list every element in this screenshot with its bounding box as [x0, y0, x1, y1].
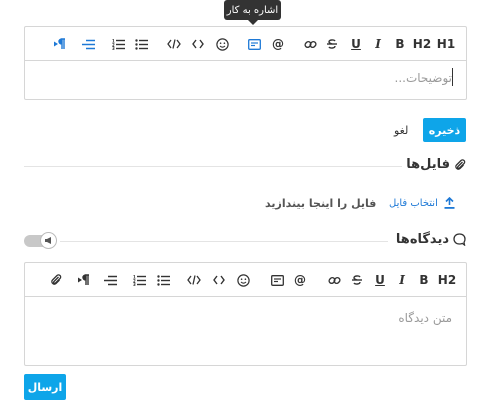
- italic-icon: I: [399, 273, 405, 287]
- emoji-icon: [215, 37, 229, 51]
- italic-icon: I: [375, 37, 381, 51]
- description-editor: H1 H2 B I U @ 1 2 3 توضیحات...: [24, 26, 467, 100]
- inline-code-button[interactable]: [189, 27, 207, 61]
- svg-text:3: 3: [133, 282, 136, 286]
- code-block-icon: [187, 275, 201, 285]
- mention-icon: @: [272, 37, 284, 51]
- strikethrough-icon: [327, 39, 337, 49]
- comments-section-title: دیدگاه‌ها: [396, 232, 466, 247]
- task-card-icon: [247, 38, 261, 50]
- svg-text:3: 3: [112, 46, 115, 50]
- comment-link-button[interactable]: [325, 263, 343, 297]
- heading2-icon: H2: [412, 37, 432, 51]
- mention-task-tooltip: اشاره به کار: [224, 0, 281, 25]
- cancel-button[interactable]: لغو: [394, 124, 408, 137]
- heading1-button[interactable]: H1: [437, 27, 455, 61]
- bullet-list-icon: [157, 274, 170, 286]
- choose-file-link[interactable]: انتخاب فایل: [389, 197, 455, 209]
- strikethrough-icon: [352, 275, 362, 285]
- choose-file-label: انتخاب فایل: [389, 197, 438, 209]
- align-right-button[interactable]: [79, 27, 97, 61]
- comment-task-reference-button[interactable]: [268, 263, 286, 297]
- task-details-panel: اشاره به کار H1 H2 B I U @ 1 2 3 توضیحات…: [0, 0, 480, 406]
- description-toolbar: H1 H2 B I U @ 1 2 3: [25, 27, 466, 61]
- ordered-list-icon: 123: [112, 39, 125, 50]
- files-title-label: فایل‌ها: [406, 157, 450, 172]
- ordered-list-button[interactable]: 123: [110, 27, 128, 61]
- code-block-button[interactable]: [165, 27, 183, 61]
- mention-icon: @: [294, 273, 306, 287]
- paperclip-icon: [51, 274, 62, 285]
- bullet-list-button[interactable]: [133, 27, 151, 61]
- text-caret: [452, 68, 453, 86]
- rtl-pilcrow-icon: [54, 38, 65, 49]
- comment-underline-button[interactable]: U: [371, 263, 389, 297]
- comments-title-label: دیدگاه‌ها: [395, 232, 449, 247]
- italic-button[interactable]: I: [369, 27, 387, 61]
- upload-icon: [444, 197, 455, 209]
- align-right-icon: [103, 275, 117, 285]
- megaphone-icon: [44, 237, 51, 244]
- comment-inline-code-button[interactable]: [210, 263, 228, 297]
- save-button[interactable]: ذخیره: [423, 118, 466, 142]
- comment-text-direction-button[interactable]: [75, 263, 93, 297]
- comment-align-button[interactable]: [101, 263, 119, 297]
- underline-icon: U: [375, 273, 385, 287]
- comments-divider: [60, 241, 388, 242]
- files-divider: [24, 166, 402, 167]
- task-reference-button[interactable]: [245, 27, 263, 61]
- comment-toolbar: H2 B I U @ 1 2 3: [25, 263, 466, 297]
- text-direction-button[interactable]: [51, 27, 69, 61]
- comment-bold-button[interactable]: B: [415, 263, 433, 297]
- heading1-icon: H1: [436, 37, 456, 51]
- comment-attach-button[interactable]: [47, 263, 65, 297]
- speech-bubble-icon: [453, 233, 466, 246]
- mention-button[interactable]: @: [269, 27, 287, 61]
- notify-toggle-knob[interactable]: [40, 232, 57, 249]
- task-card-icon: [270, 274, 284, 286]
- link-button[interactable]: [301, 27, 319, 61]
- underline-icon: U: [351, 37, 361, 51]
- bullet-list-icon: [135, 38, 148, 50]
- ordered-list-icon: 123: [133, 275, 146, 286]
- bold-icon: B: [395, 37, 405, 51]
- align-right-icon: [81, 39, 95, 49]
- files-section-title: فایل‌ها: [406, 157, 466, 172]
- link-icon: [303, 40, 317, 48]
- rtl-pilcrow-icon: [78, 274, 89, 285]
- paperclip-icon: [455, 158, 466, 170]
- drop-zone-text[interactable]: فایل را اینجا بیندازید: [265, 197, 376, 210]
- bold-icon: B: [419, 273, 429, 287]
- inline-code-icon: [213, 275, 225, 285]
- heading2-icon: H2: [437, 273, 457, 287]
- inline-code-icon: [192, 39, 204, 49]
- comment-ordered-list-button[interactable]: 123: [131, 263, 149, 297]
- send-comment-button[interactable]: ارسال: [24, 374, 66, 400]
- link-icon: [327, 276, 341, 284]
- underline-button[interactable]: U: [347, 27, 365, 61]
- bold-button[interactable]: B: [391, 27, 409, 61]
- comment-placeholder[interactable]: متن دیدگاه: [398, 311, 452, 325]
- emoji-button[interactable]: [213, 27, 231, 61]
- comment-mention-button[interactable]: @: [291, 263, 309, 297]
- comment-heading2-button[interactable]: H2: [438, 263, 456, 297]
- comment-editor: H2 B I U @ 1 2 3 متن دیدگاه: [24, 262, 467, 366]
- comment-strikethrough-button[interactable]: [348, 263, 366, 297]
- strikethrough-button[interactable]: [323, 27, 341, 61]
- comment-bullet-list-button[interactable]: [155, 263, 173, 297]
- comment-italic-button[interactable]: I: [393, 263, 411, 297]
- comment-emoji-button[interactable]: [234, 263, 252, 297]
- comment-code-block-button[interactable]: [185, 263, 203, 297]
- code-block-icon: [167, 39, 181, 49]
- heading2-button[interactable]: H2: [413, 27, 431, 61]
- description-placeholder[interactable]: توضیحات...: [395, 71, 453, 85]
- emoji-icon: [236, 273, 250, 287]
